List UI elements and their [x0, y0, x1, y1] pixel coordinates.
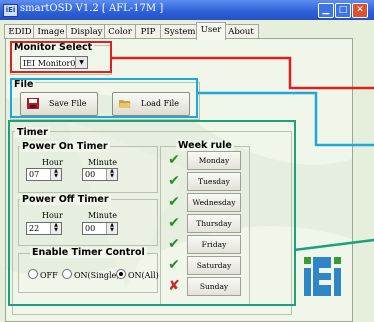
- iei-logo: [304, 257, 341, 296]
- annotation-box-file: [10, 78, 198, 118]
- tab-color[interactable]: Color: [104, 24, 136, 39]
- tab-user[interactable]: User: [196, 22, 226, 40]
- tab-image[interactable]: Image: [33, 24, 69, 39]
- tab-pip[interactable]: PIP: [135, 24, 161, 39]
- tab-display[interactable]: Display: [66, 24, 107, 39]
- minimize-icon: ▁: [322, 5, 330, 15]
- annotation-box-monitor-select: [10, 41, 112, 73]
- tab-system[interactable]: System: [160, 24, 199, 39]
- tab-about[interactable]: About: [223, 24, 259, 39]
- app-window: iEi smartOSD V1.2 [ AFL-17M ] ▁ □ ✕ EDID…: [0, 0, 374, 322]
- title-bar[interactable]: iEi smartOSD V1.2 [ AFL-17M ] ▁ □ ✕: [0, 0, 374, 20]
- close-button[interactable]: ✕: [352, 3, 368, 18]
- tab-edid[interactable]: EDID: [4, 24, 36, 39]
- annotation-box-timer: [8, 120, 296, 306]
- minimize-button[interactable]: ▁: [318, 3, 334, 18]
- close-icon: ✕: [356, 5, 364, 15]
- maximize-icon: □: [338, 5, 348, 15]
- window-title: smartOSD V1.2 [ AFL-17M ]: [20, 3, 164, 14]
- annotation-line-green: [294, 238, 374, 252]
- app-icon: iEi: [3, 4, 18, 17]
- maximize-button[interactable]: □: [335, 3, 351, 18]
